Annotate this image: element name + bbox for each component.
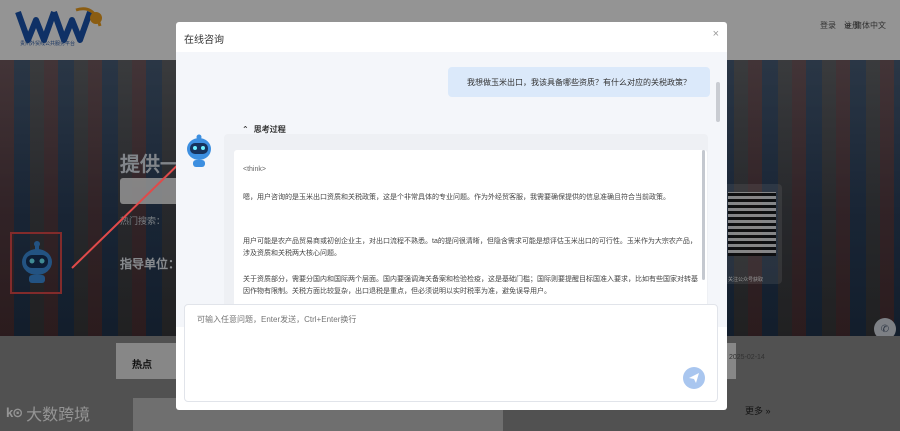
- modal-title: 在线咨询: [184, 35, 224, 46]
- send-icon: [689, 373, 699, 383]
- thinking-label: 思考过程: [253, 125, 286, 134]
- thinking-paragraph-2: 用户可能是农产品贸易商或初创企业主，对出口流程不熟悉。ta的提问很清晰，但隐含需…: [243, 238, 697, 257]
- message-input-area[interactable]: [184, 304, 718, 402]
- thinking-content: <think> 嗯，用户咨询的是玉米出口资质和关税政策，这是个非常具体的专业问题…: [234, 150, 707, 326]
- thinking-paragraph-3: 关于资质部分，需要分国内和国际两个层面。国内要强调海关备案和检验检疫，这是基础门…: [243, 276, 698, 295]
- chevron-up-icon: ⌃: [242, 125, 249, 134]
- thinking-toggle[interactable]: ⌃ 思考过程: [242, 124, 286, 135]
- thinking-paragraph-1: 嗯，用户咨询的是玉米出口资质和关税政策，这是个非常具体的专业问题。作为外经贸客服…: [243, 194, 670, 201]
- chat-scrollbar[interactable]: [716, 82, 720, 122]
- user-message: 我想做玉米出口，我该具备哪些资质？有什么对应的关税政策？: [448, 67, 710, 97]
- think-tag: <think>: [243, 166, 266, 173]
- send-button[interactable]: [683, 367, 705, 389]
- consultation-modal: 在线咨询 × 我想做玉米出口，我该具备哪些资质？有什么对应的关税政策？ ⌃ 思考…: [176, 22, 727, 410]
- close-icon[interactable]: ×: [713, 28, 719, 40]
- thinking-scrollbar[interactable]: [702, 150, 705, 280]
- message-input[interactable]: [197, 315, 697, 324]
- bot-avatar-icon: [187, 134, 211, 167]
